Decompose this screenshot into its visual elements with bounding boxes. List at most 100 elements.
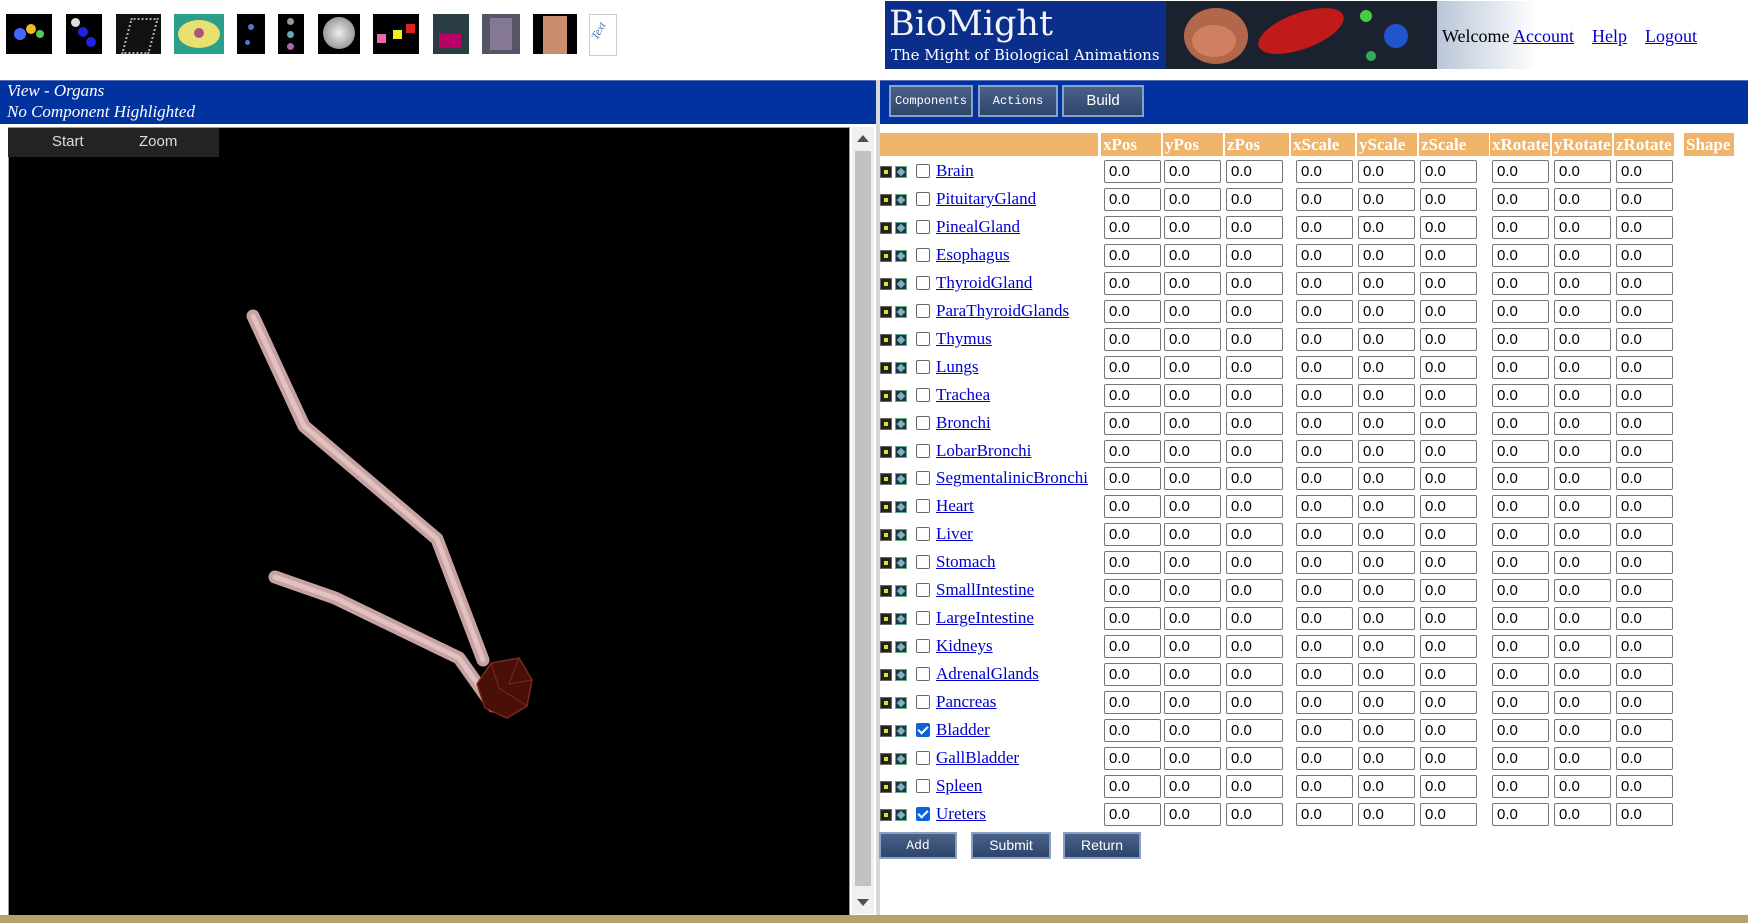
xscale-field[interactable] <box>1296 411 1353 435</box>
select-checkbox[interactable] <box>916 555 930 570</box>
xscale-field[interactable] <box>1296 355 1353 379</box>
select-checkbox[interactable] <box>916 164 930 178</box>
actions-button[interactable]: Actions <box>978 85 1058 117</box>
expand-icon[interactable] <box>880 641 892 654</box>
scrollbar-thumb[interactable] <box>855 151 871 886</box>
yscale-field[interactable] <box>1358 327 1415 351</box>
xrotate-field[interactable] <box>1492 271 1549 295</box>
ypos-field[interactable] <box>1164 299 1221 323</box>
xrotate-field[interactable] <box>1492 411 1549 435</box>
yscale-field[interactable] <box>1358 691 1415 715</box>
dna-strand-icon[interactable] <box>66 14 102 54</box>
xpos-field[interactable] <box>1104 635 1161 659</box>
select-checkbox[interactable] <box>916 275 930 290</box>
cell-icon[interactable] <box>174 14 224 54</box>
component-icon[interactable] <box>895 249 907 262</box>
organ-link[interactable]: ThyroidGland <box>936 273 1032 293</box>
figure-icon[interactable] <box>433 14 469 54</box>
ypos-field[interactable] <box>1164 411 1221 435</box>
yscale-field[interactable] <box>1358 439 1415 463</box>
select-checkbox[interactable] <box>916 778 930 793</box>
xpos-field[interactable] <box>1104 691 1161 715</box>
select-checkbox[interactable] <box>916 303 930 318</box>
yscale-field[interactable] <box>1358 802 1415 826</box>
xrotate-field[interactable] <box>1492 746 1549 770</box>
select-checkbox[interactable] <box>916 723 930 737</box>
logout-link[interactable]: Logout <box>1645 26 1697 46</box>
xrotate-field[interactable] <box>1492 467 1549 491</box>
xpos-field[interactable] <box>1104 243 1161 267</box>
component-icon[interactable] <box>895 445 907 458</box>
yscale-field[interactable] <box>1358 467 1415 491</box>
text-icon[interactable]: Text <box>589 14 617 56</box>
xrotate-field[interactable] <box>1492 607 1549 631</box>
xscale-field[interactable] <box>1296 439 1353 463</box>
yrotate-field[interactable] <box>1554 411 1611 435</box>
xscale-field[interactable] <box>1296 802 1353 826</box>
yscale-field[interactable] <box>1358 774 1415 798</box>
xrotate-field[interactable] <box>1492 551 1549 575</box>
xrotate-field[interactable] <box>1492 579 1549 603</box>
zoom-button[interactable]: Zoom <box>139 133 177 150</box>
xpos-field[interactable] <box>1104 774 1161 798</box>
xscale-field[interactable] <box>1296 551 1353 575</box>
organ-link[interactable]: Pancreas <box>936 692 996 712</box>
zpos-field[interactable] <box>1226 719 1283 742</box>
component-icon[interactable] <box>895 473 907 486</box>
select-checkbox[interactable] <box>916 583 930 598</box>
small-cells-icon[interactable] <box>237 14 265 54</box>
zpos-field[interactable] <box>1226 523 1283 547</box>
organ-link[interactable]: SmallIntestine <box>936 580 1034 600</box>
zscale-field[interactable] <box>1420 719 1477 742</box>
components-button[interactable]: Components <box>889 85 973 117</box>
zrotate-field[interactable] <box>1616 719 1673 742</box>
expand-icon[interactable] <box>880 417 892 430</box>
zrotate-field[interactable] <box>1616 439 1673 463</box>
yrotate-field[interactable] <box>1554 467 1611 491</box>
zrotate-field[interactable] <box>1616 746 1673 770</box>
zscale-field[interactable] <box>1420 607 1477 631</box>
organ-link[interactable]: PituitaryGland <box>936 189 1036 209</box>
zrotate-field[interactable] <box>1616 383 1673 407</box>
select-checkbox[interactable] <box>916 359 930 374</box>
ypos-field[interactable] <box>1164 607 1221 631</box>
organ-link[interactable]: Trachea <box>936 385 990 405</box>
organ-link[interactable]: Esophagus <box>936 245 1010 265</box>
yrotate-field[interactable] <box>1554 383 1611 407</box>
helix-icon[interactable] <box>116 14 161 54</box>
ypos-field[interactable] <box>1164 243 1221 267</box>
select-checkbox[interactable] <box>916 191 930 206</box>
xscale-field[interactable] <box>1296 215 1353 239</box>
yrotate-field[interactable] <box>1554 774 1611 798</box>
xrotate-field[interactable] <box>1492 243 1549 267</box>
zscale-field[interactable] <box>1420 802 1477 826</box>
organ-link[interactable]: Heart <box>936 496 974 516</box>
zrotate-field[interactable] <box>1616 160 1673 183</box>
yrotate-field[interactable] <box>1554 635 1611 659</box>
xscale-field[interactable] <box>1296 523 1353 547</box>
ypos-field[interactable] <box>1164 579 1221 603</box>
ypos-field[interactable] <box>1164 746 1221 770</box>
yrotate-field[interactable] <box>1554 691 1611 715</box>
zrotate-field[interactable] <box>1616 579 1673 603</box>
organ-link[interactable]: Spleen <box>936 776 982 796</box>
yrotate-field[interactable] <box>1554 663 1611 687</box>
zpos-field[interactable] <box>1226 383 1283 407</box>
zpos-field[interactable] <box>1226 663 1283 687</box>
organ-link[interactable]: GallBladder <box>936 748 1019 768</box>
xpos-field[interactable] <box>1104 327 1161 351</box>
ypos-field[interactable] <box>1164 691 1221 715</box>
yrotate-field[interactable] <box>1554 215 1611 239</box>
xrotate-field[interactable] <box>1492 439 1549 463</box>
zpos-field[interactable] <box>1226 160 1283 183</box>
yscale-field[interactable] <box>1358 215 1415 239</box>
ypos-field[interactable] <box>1164 774 1221 798</box>
sphere-icon[interactable] <box>318 14 360 54</box>
select-checkbox[interactable] <box>916 806 930 821</box>
component-icon[interactable] <box>895 277 907 290</box>
expand-icon[interactable] <box>880 725 892 737</box>
yscale-field[interactable] <box>1358 579 1415 603</box>
component-icon[interactable] <box>895 166 907 178</box>
expand-icon[interactable] <box>880 752 892 765</box>
component-icon[interactable] <box>895 361 907 374</box>
